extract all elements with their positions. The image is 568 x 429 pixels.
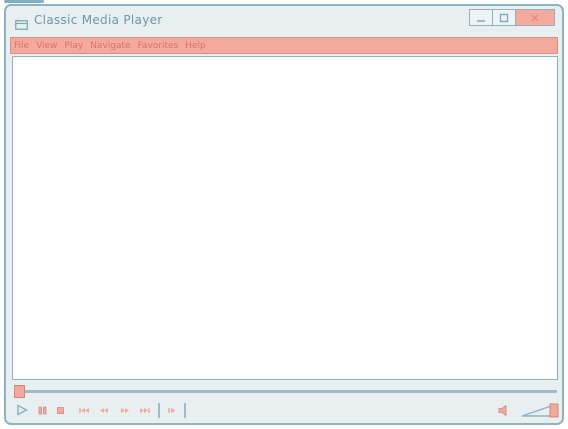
menu-favorites[interactable]: Favorites: [138, 41, 179, 51]
menu-file[interactable]: File: [14, 41, 29, 51]
maximize-button[interactable]: [492, 9, 516, 26]
minimize-icon: [477, 19, 485, 22]
stop-icon: [56, 406, 64, 414]
mute-button[interactable]: [496, 402, 508, 418]
fast-forward-button[interactable]: [117, 402, 131, 418]
skip-previous-icon: [78, 407, 89, 413]
rewind-icon: [99, 407, 108, 413]
fast-forward-icon: [120, 407, 129, 413]
menu-play[interactable]: Play: [64, 41, 83, 51]
frame-step-button[interactable]: [165, 402, 179, 418]
menu-navigate[interactable]: Navigate: [90, 41, 130, 51]
media-player-window: Classic Media Player File View Play Navi…: [4, 4, 564, 425]
media-app-icon: [15, 15, 28, 30]
seek-track[interactable]: [14, 390, 557, 393]
volume-thumb[interactable]: [549, 403, 559, 418]
volume-slider[interactable]: [520, 402, 560, 418]
next-button[interactable]: [137, 402, 151, 418]
title-bar[interactable]: Classic Media Player: [6, 6, 562, 34]
window-controls: [469, 9, 555, 29]
menu-help[interactable]: Help: [185, 41, 206, 51]
menu-view[interactable]: View: [36, 41, 57, 51]
menu-bar: File View Play Navigate Favorites Help: [10, 37, 558, 54]
window-title: Classic Media Player: [34, 13, 163, 27]
minimize-button[interactable]: [469, 9, 493, 26]
frame-step-icon: [167, 407, 175, 413]
pause-icon: [38, 406, 46, 414]
control-separator: [184, 403, 186, 418]
speaker-icon: [498, 404, 506, 416]
rewind-button[interactable]: [97, 402, 111, 418]
stop-button[interactable]: [54, 402, 66, 418]
playback-controls: [15, 402, 560, 418]
pause-button[interactable]: [36, 402, 48, 418]
close-icon: [531, 13, 539, 22]
skip-next-icon: [139, 407, 150, 413]
volume-ramp: [521, 403, 559, 418]
window-tab-accent: [4, 0, 44, 3]
seek-bar[interactable]: [14, 385, 557, 398]
close-button[interactable]: [515, 9, 555, 26]
play-button[interactable]: [15, 402, 29, 418]
maximize-icon: [499, 13, 509, 22]
video-viewport[interactable]: [12, 56, 558, 380]
control-separator: [158, 403, 160, 418]
seek-thumb[interactable]: [14, 385, 25, 398]
previous-button[interactable]: [77, 402, 91, 418]
play-icon: [17, 404, 28, 416]
